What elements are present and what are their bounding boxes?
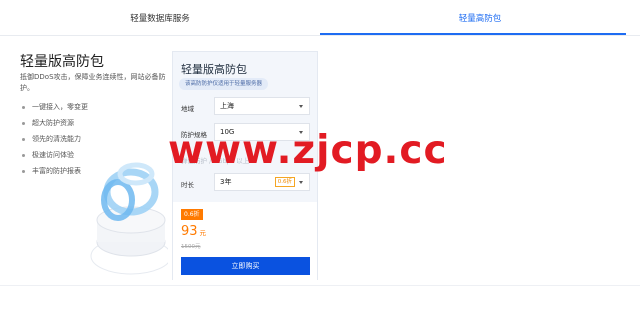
price-amount: 93 [181,224,198,239]
feature-item: 极速访问体验 [22,147,88,163]
panel-title: 轻量版高防包 [181,63,247,76]
feature-label: 超大防护资源 [32,119,74,127]
bullet-icon [22,106,25,109]
active-tab-indicator [320,33,626,35]
buy-now-button[interactable]: 立即购买 [181,257,310,275]
feature-list: 一键接入，零变更 超大防护资源 领先的清洗能力 极速访问体验 丰富的防护报表 [22,99,88,179]
duration-value: 3年 [220,178,232,186]
shield-ring-illustration [90,162,168,275]
tab-bar: 轻量数据库服务 轻量高防包 [0,0,640,36]
price-box: 0.6折 93 元 1500元 立即购买 [173,202,317,280]
price-unit: 元 [199,229,207,237]
feature-label: 领先的清洗能力 [32,135,81,143]
bullet-icon [22,154,25,157]
feature-label: 极速访问体验 [32,151,74,159]
product-description: 抵御DDoS攻击，保障业务连续性，网站必备防护。 [20,73,166,92]
tab-light-ddos-package[interactable]: 轻量高防包 [320,0,640,36]
price-value: 93 元 [181,224,206,239]
bullet-icon [22,122,25,125]
watermark: www.zjcp.cc [168,128,448,173]
tab-light-database[interactable]: 轻量数据库服务 [0,0,320,36]
region-value: 上海 [220,102,234,110]
feature-item: 丰富的防护报表 [22,163,88,179]
discount-badge: 0.6折 [274,177,295,187]
duration-select[interactable]: 3年 0.6折 [214,173,310,191]
feature-item: 领先的清洗能力 [22,131,88,147]
original-price: 1500元 [181,244,201,250]
price-discount-badge: 0.6折 [181,209,203,220]
region-label: 地域 [181,105,194,113]
feature-item: 一键接入，零变更 [22,99,88,115]
product-title: 轻量版高防包 [20,54,104,70]
bullet-icon [22,170,25,173]
chevron-down-icon [299,181,303,184]
applicability-note: 该高防防护仅适用于轻量服务器 [179,78,269,90]
bullet-icon [22,138,25,141]
feature-item: 超大防护资源 [22,115,88,131]
feature-label: 丰富的防护报表 [32,167,81,175]
region-select[interactable]: 上海 [214,97,310,115]
divider [0,285,640,286]
chevron-down-icon [299,105,303,108]
duration-label: 时长 [181,181,194,189]
feature-label: 一键接入，零变更 [32,103,88,111]
